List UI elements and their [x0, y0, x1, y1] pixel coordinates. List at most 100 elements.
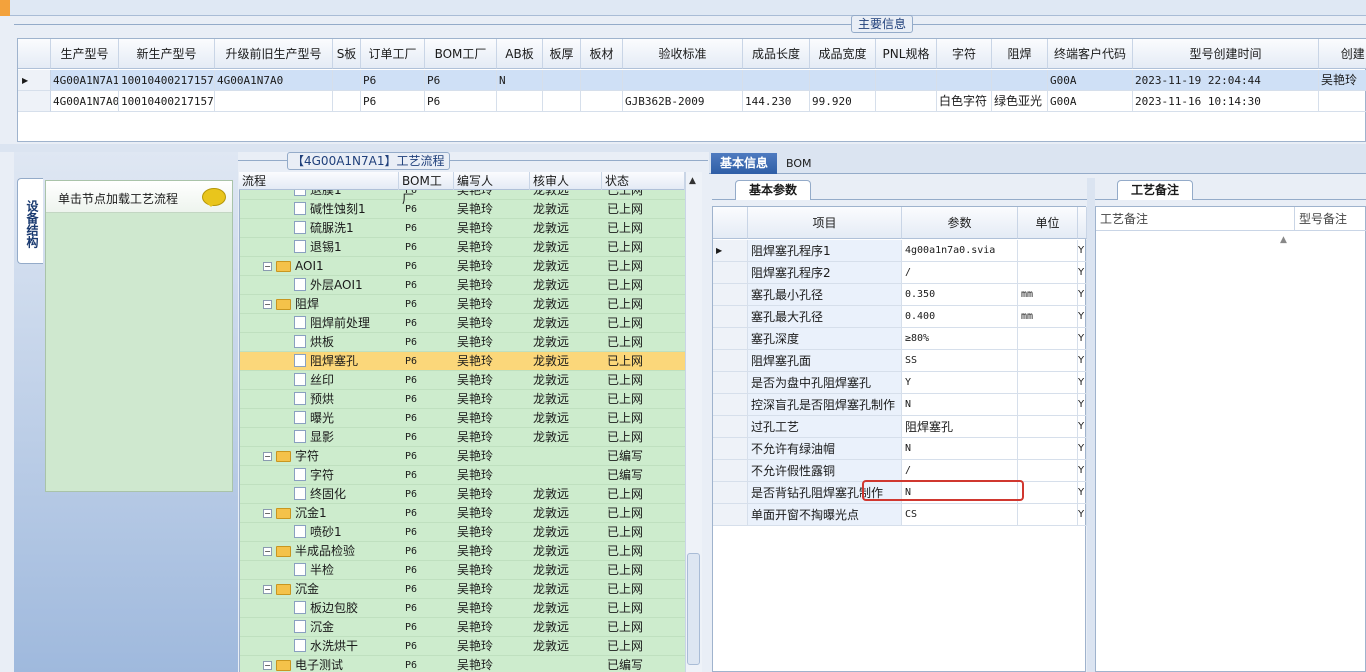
- main-grid-cell[interactable]: P6: [361, 70, 425, 91]
- main-grid-cell[interactable]: 2023-11-19 22:04:44: [1133, 70, 1319, 91]
- main-grid-column-header[interactable]: S板: [333, 39, 361, 69]
- tree-column-header[interactable]: 状态: [602, 172, 685, 190]
- main-grid-cell[interactable]: [215, 91, 333, 112]
- tab-bom[interactable]: BOM: [786, 153, 812, 174]
- tree-node[interactable]: 丝印: [294, 371, 334, 390]
- main-grid-cell[interactable]: 白色字符: [937, 91, 992, 112]
- collapse-icon[interactable]: −: [263, 509, 272, 518]
- collapse-icon[interactable]: −: [263, 262, 272, 271]
- main-grid-cell[interactable]: [1319, 91, 1366, 112]
- main-grid-column-header[interactable]: BOM工厂: [425, 39, 497, 69]
- main-grid-column-header[interactable]: 板厚: [543, 39, 581, 69]
- tree-row[interactable]: − 电子测试 P6 吴艳玲 已编写: [240, 656, 685, 672]
- tree-node[interactable]: 沉金: [276, 580, 319, 599]
- main-grid-column-header[interactable]: 订单工厂: [361, 39, 425, 69]
- params-cell-value[interactable]: ≥80%: [902, 328, 1018, 350]
- main-grid-cell[interactable]: GJB362B-2009: [623, 91, 743, 112]
- tree-row[interactable]: 丝印 P6 吴艳玲 龙敦远 已上网: [240, 371, 685, 390]
- main-grid-column-header[interactable]: 成品长度: [743, 39, 810, 69]
- row-indicator-icon[interactable]: [18, 91, 51, 112]
- tree-row[interactable]: 碱性蚀刻1 P6 吴艳玲 龙敦远 已上网: [240, 200, 685, 219]
- tree-row[interactable]: 硫脲洗1 P6 吴艳玲 龙敦远 已上网: [240, 219, 685, 238]
- speech-bubble-icon[interactable]: [202, 188, 226, 207]
- main-grid-cell[interactable]: [543, 70, 581, 91]
- tree-row[interactable]: 阻焊前处理 P6 吴艳玲 龙敦远 已上网: [240, 314, 685, 333]
- params-header-unit[interactable]: 单位: [1018, 207, 1078, 239]
- tree-column-header[interactable]: 流程: [239, 172, 399, 190]
- main-grid-cell[interactable]: 99.920: [810, 91, 876, 112]
- tree-row[interactable]: 阻焊塞孔 P6 吴艳玲 龙敦远 已上网: [240, 352, 685, 371]
- tree-row[interactable]: 外层AOI1 P6 吴艳玲 龙敦远 已上网: [240, 276, 685, 295]
- tree-node[interactable]: 阻焊: [276, 295, 319, 314]
- main-grid-column-header[interactable]: 终端客户代码: [1048, 39, 1133, 69]
- basic-params-tab[interactable]: 基本参数: [735, 180, 811, 200]
- horizontal-splitter[interactable]: [0, 144, 1366, 152]
- load-process-panel[interactable]: [45, 180, 233, 492]
- main-grid-column-header[interactable]: 新生产型号: [119, 39, 215, 69]
- params-row[interactable]: 过孔工艺 阻焊塞孔 Y: [713, 416, 1087, 438]
- main-grid-column-header[interactable]: 阻焊: [992, 39, 1048, 69]
- collapse-icon[interactable]: −: [263, 300, 272, 309]
- tree-node[interactable]: 退锡1: [294, 238, 342, 257]
- main-grid-cell[interactable]: 2023-11-16 10:14:30: [1133, 91, 1319, 112]
- tree-node[interactable]: 烘板: [294, 333, 334, 352]
- params-cell-value[interactable]: 4g00a1n7a0.svia: [902, 240, 1018, 262]
- collapse-icon[interactable]: −: [263, 661, 272, 670]
- collapse-icon[interactable]: −: [263, 547, 272, 556]
- tree-node[interactable]: 半检: [294, 561, 334, 580]
- tree-row[interactable]: 喷砂1 P6 吴艳玲 龙敦远 已上网: [240, 523, 685, 542]
- tab-basic-info[interactable]: 基本信息: [711, 153, 777, 174]
- grid-corner-header[interactable]: [18, 39, 51, 69]
- tree-node[interactable]: 阻焊塞孔: [294, 352, 358, 371]
- params-cell-value[interactable]: /: [902, 460, 1018, 482]
- tree-node[interactable]: 半成品检验: [276, 542, 355, 561]
- params-row[interactable]: 塞孔深度 ≥80% Y: [713, 328, 1087, 350]
- tree-node[interactable]: 板边包胶: [294, 599, 358, 618]
- notes-scroll-up-icon[interactable]: ▲: [1280, 235, 1287, 245]
- tree-row[interactable]: 字符 P6 吴艳玲 已编写: [240, 466, 685, 485]
- main-grid-cell[interactable]: 4G00A1N7A0: [51, 91, 119, 112]
- main-grid-cell[interactable]: [333, 70, 361, 91]
- params-row[interactable]: 是否为盘中孔阻焊塞孔 Y Y: [713, 372, 1087, 394]
- tree-row[interactable]: 预烘 P6 吴艳玲 龙敦远 已上网: [240, 390, 685, 409]
- tree-row[interactable]: − 沉金1 P6 吴艳玲 龙敦远 已上网: [240, 504, 685, 523]
- main-grid-cell[interactable]: [623, 70, 743, 91]
- tree-node[interactable]: 字符: [276, 447, 319, 466]
- params-header-value[interactable]: 参数: [902, 207, 1018, 239]
- tree-row[interactable]: 板边包胶 P6 吴艳玲 龙敦远 已上网: [240, 599, 685, 618]
- process-tree[interactable]: 退膜1 P6 吴艳玲 龙敦远 已上网 碱性蚀刻1 P6 吴艳玲 龙敦远 已上网 硫脲洗1 P6 吴艳玲龙…: [239, 172, 685, 672]
- params-cell-value[interactable]: N: [902, 394, 1018, 416]
- collapse-icon[interactable]: −: [263, 452, 272, 461]
- main-grid-column-header[interactable]: 成品宽度: [810, 39, 876, 69]
- equipment-structure-tab[interactable]: 设备结构: [17, 178, 43, 264]
- main-grid-cell[interactable]: P6: [425, 91, 497, 112]
- tree-node[interactable]: 水洗烘干: [294, 637, 358, 656]
- tree-node[interactable]: 喷砂1: [294, 523, 342, 542]
- tree-row[interactable]: 烘板 P6 吴艳玲 龙敦远 已上网: [240, 333, 685, 352]
- tree-node[interactable]: 曝光: [294, 409, 334, 428]
- params-row[interactable]: 阻焊塞孔程序2/ Y: [713, 262, 1087, 284]
- params-cell-value[interactable]: N: [902, 438, 1018, 460]
- tree-row[interactable]: − 沉金 P6 吴艳玲 龙敦远 已上网: [240, 580, 685, 599]
- tree-node[interactable]: 沉金: [294, 618, 334, 637]
- main-grid-cell[interactable]: [581, 70, 623, 91]
- tree-column-header[interactable]: 核审人: [530, 172, 602, 190]
- tree-node[interactable]: 阻焊前处理: [294, 314, 370, 333]
- tree-node[interactable]: 显影: [294, 428, 334, 447]
- main-grid-cell[interactable]: [876, 70, 937, 91]
- main-grid-cell[interactable]: [810, 70, 876, 91]
- main-grid-cell[interactable]: [581, 91, 623, 112]
- tree-node[interactable]: 终固化: [294, 485, 346, 504]
- main-grid-column-header[interactable]: 型号创建时间: [1133, 39, 1319, 69]
- tree-row[interactable]: 曝光 P6 吴艳玲 龙敦远 已上网: [240, 409, 685, 428]
- tree-node[interactable]: 外层AOI1: [294, 276, 363, 295]
- vertical-splitter[interactable]: [1087, 178, 1095, 672]
- params-cell-value[interactable]: 阻焊塞孔: [902, 416, 1018, 438]
- main-grid-cell[interactable]: 4G00A1N7A0: [215, 70, 333, 91]
- main-grid-column-header[interactable]: 生产型号: [51, 39, 119, 69]
- params-header-item[interactable]: 项目: [748, 207, 902, 239]
- tree-column-header[interactable]: 编写人: [454, 172, 530, 190]
- tree-row[interactable]: − 阻焊 P6 吴艳玲 龙敦远 已上网: [240, 295, 685, 314]
- tree-row[interactable]: 水洗烘干 P6 吴艳玲 龙敦远 已上网: [240, 637, 685, 656]
- main-grid-cell[interactable]: [992, 70, 1048, 91]
